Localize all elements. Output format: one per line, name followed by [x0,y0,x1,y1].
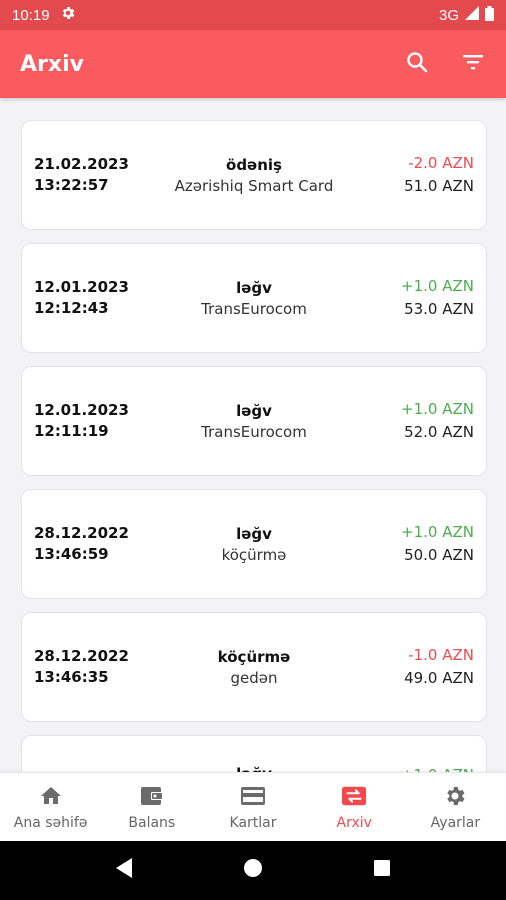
nav-item-cards[interactable]: Kartlar [202,773,303,841]
nav-item-settings[interactable]: Ayarlar [405,773,506,841]
transaction-card[interactable]: 28.12.2022 13:46:35 köçürmə gedən -1.0 A… [21,612,487,722]
transaction-card[interactable]: 28.12.2022 13:46:59 ləğv köçürmə +1.0 AZ… [21,489,487,599]
transaction-card[interactable]: 21.02.2023 13:22:57 ödəniş Azərishiq Sma… [21,120,487,230]
transaction-amount: +1.0 AZN [401,523,474,541]
filter-icon [461,50,485,79]
system-navigation-bar [0,841,506,900]
search-icon [405,50,429,79]
transaction-balance: 50.0 AZN [404,546,474,564]
transaction-date: 12.01.2023 [34,278,129,296]
transaction-time: 12:11:19 [34,422,109,440]
transaction-time: 13:22:57 [34,176,109,194]
transaction-balance: 53.0 AZN [404,300,474,318]
transaction-amount: -1.0 AZN [408,646,474,664]
network-type: 3G [438,6,459,24]
transaction-datetime: 28.12.2022 13:46:35 [34,646,164,688]
search-button[interactable] [404,51,430,77]
wallet-icon [139,783,165,809]
nav-label-cards: Kartlar [229,815,277,831]
transaction-type: ləğv [236,524,272,543]
transaction-balance: 49.0 AZN [404,669,474,687]
back-button[interactable] [109,856,139,886]
nav-item-home[interactable]: Ana səhifə [0,773,101,841]
transaction-datetime: 21.02.2023 13:22:57 [34,154,164,196]
home-button[interactable] [238,856,268,886]
nav-item-archive[interactable]: Arxiv [304,773,405,841]
app-bar: Arxiv [0,30,506,98]
transaction-type: köçürmə [217,647,291,666]
signal-icon [465,6,479,24]
transaction-amount: +1.0 AZN [401,400,474,418]
transaction-amount: +1.0 AZN [401,764,474,772]
transaction-card[interactable]: ləğv +1.0 AZN [21,735,487,772]
transaction-description: Azərishiq Smart Card [174,176,334,195]
gear-icon [442,783,468,809]
status-time: 10:19 [12,6,50,24]
transfer-icon [341,783,367,809]
nav-label-archive: Arxiv [336,815,372,831]
settings-notification-icon [60,5,76,25]
recents-square-icon [373,859,391,882]
transaction-balance: 52.0 AZN [404,423,474,441]
nav-label-home: Ana səhifə [13,815,88,831]
status-bar: 10:19 3G [0,0,506,30]
nav-item-balance[interactable]: Balans [101,773,202,841]
transaction-description: gedən [230,668,278,687]
transaction-datetime: 12.01.2023 12:11:19 [34,400,164,442]
card-icon [240,783,266,809]
transaction-time: 13:46:59 [34,545,109,563]
transaction-type: ləğv [164,764,344,772]
transaction-type: ləğv [236,278,272,297]
transaction-card[interactable]: 12.01.2023 12:12:43 ləğv TransEurocom +1… [21,243,487,353]
filter-button[interactable] [460,51,486,77]
transaction-time: 13:46:35 [34,668,109,686]
transaction-type: ödəniş [226,155,282,174]
home-circle-icon [243,858,263,883]
home-icon [38,783,64,809]
transaction-balance: 51.0 AZN [404,177,474,195]
transaction-description: köçürmə [221,545,287,564]
transaction-time: 12:12:43 [34,299,109,317]
transaction-amount: -2.0 AZN [408,154,474,172]
transaction-date: 28.12.2022 [34,647,129,665]
transaction-amount: +1.0 AZN [401,277,474,295]
nav-label-balance: Balans [128,815,176,831]
recents-button[interactable] [367,856,397,886]
page-title: Arxiv [20,51,84,77]
transaction-datetime: 28.12.2022 13:46:59 [34,523,164,565]
battery-icon [485,5,494,25]
transaction-type: ləğv [236,401,272,420]
transaction-date: 12.01.2023 [34,401,129,419]
transaction-description: TransEurocom [201,422,307,441]
transaction-datetime: 12.01.2023 12:12:43 [34,277,164,319]
transaction-list[interactable]: 21.02.2023 13:22:57 ödəniş Azərishiq Sma… [0,98,506,772]
back-triangle-icon [114,857,134,884]
transaction-date: 28.12.2022 [34,524,129,542]
transaction-date: 21.02.2023 [34,155,129,173]
transaction-description: TransEurocom [201,299,307,318]
transaction-card[interactable]: 12.01.2023 12:11:19 ləğv TransEurocom +1… [21,366,487,476]
nav-label-settings: Ayarlar [430,815,481,831]
bottom-navigation: Ana səhifə Balans Kartlar Arxiv Ayarlar [0,772,506,841]
